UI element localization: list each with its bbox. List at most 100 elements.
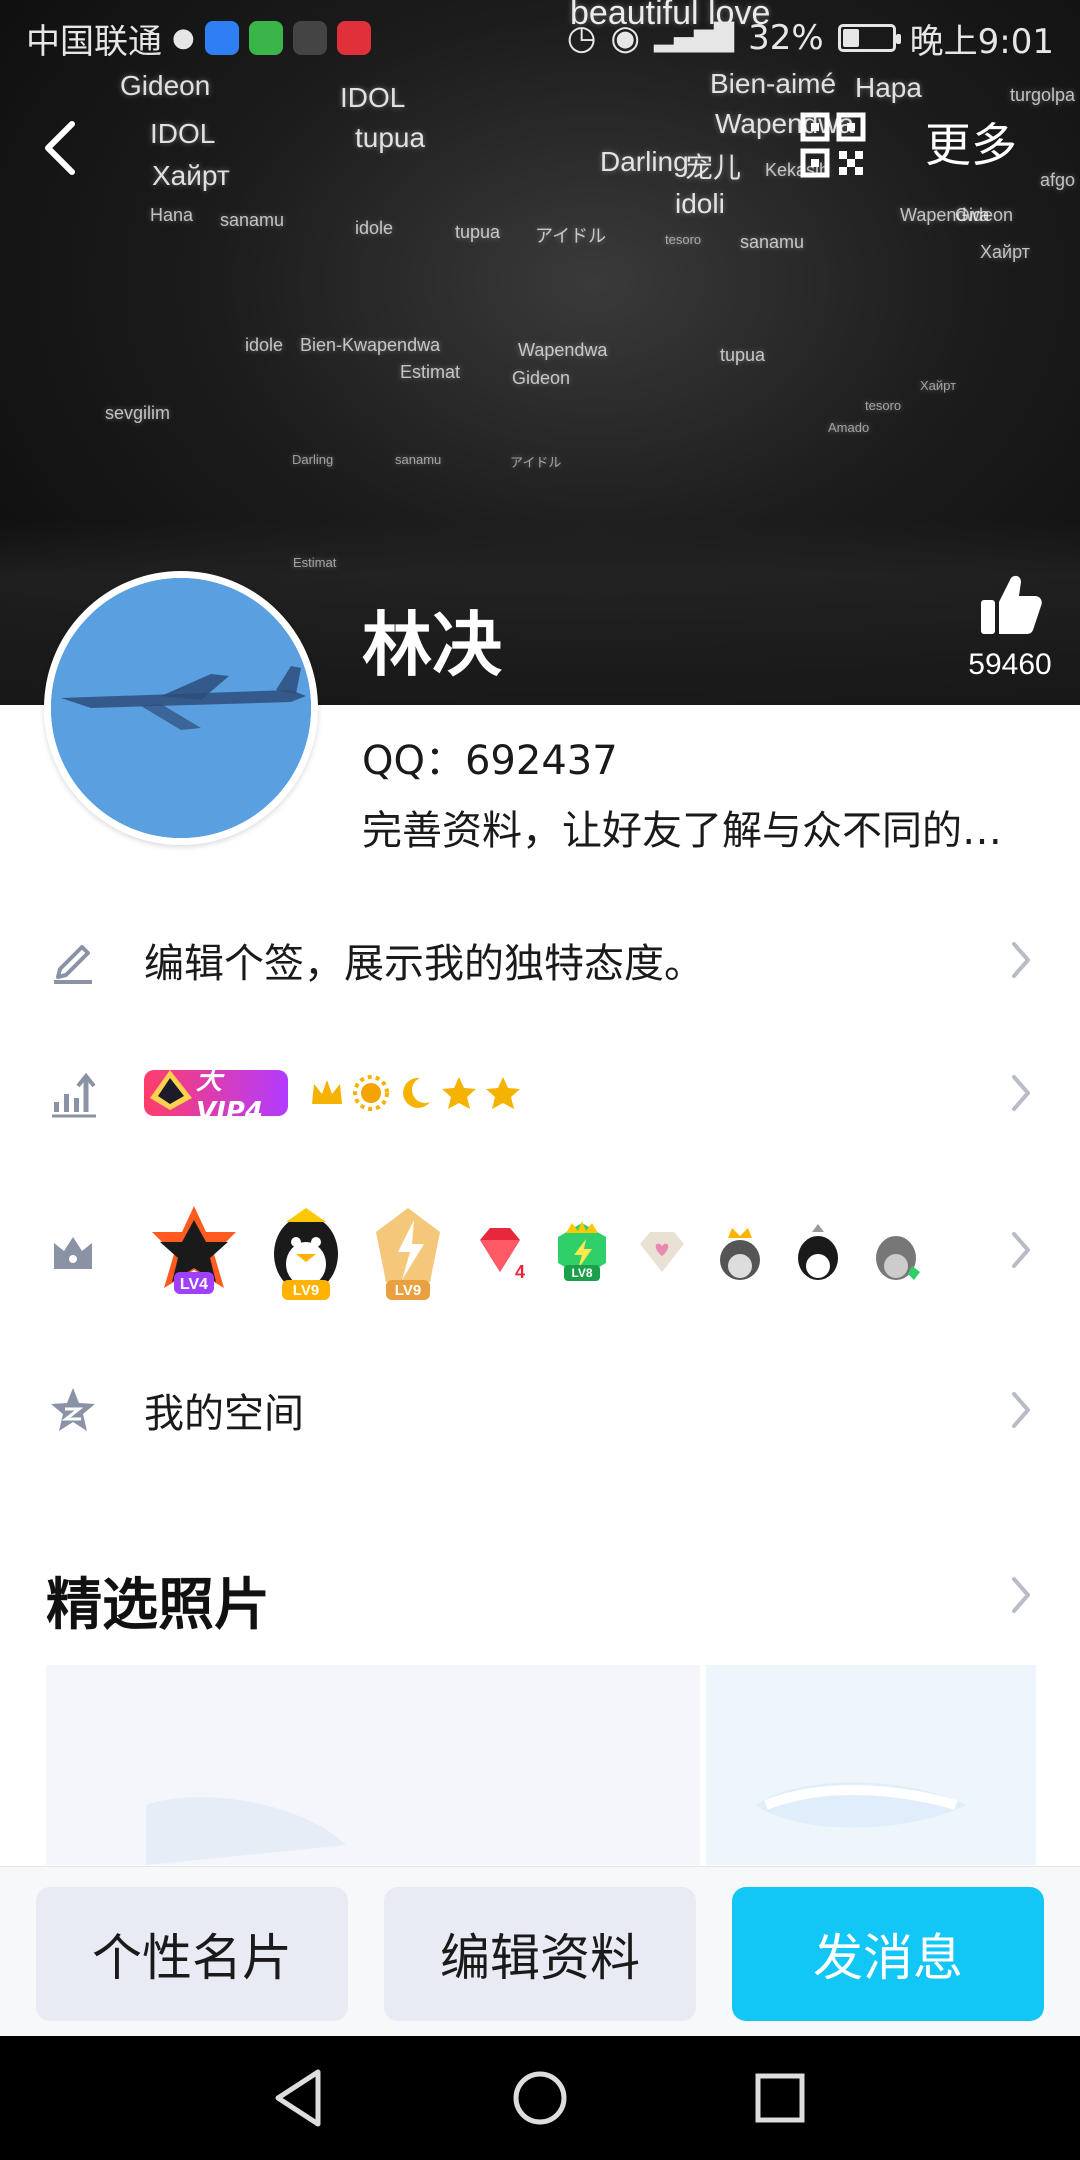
airplane-photo <box>51 578 311 838</box>
wechat-icon: ● <box>172 23 195 53</box>
cover-word: tupua <box>355 122 426 153</box>
cover-word: Хайрт <box>152 160 230 191</box>
cover-word: Bien-Kwapendwa <box>300 335 441 355</box>
alarm-icon: ◷ <box>566 18 597 58</box>
cover-word: afgo <box>1040 170 1076 190</box>
photo-airplane-silhouette <box>146 1797 346 1865</box>
featured-photos-title: 精选照片 <box>46 1573 270 1638</box>
badge-label: LV4 <box>180 1276 208 1293</box>
lv8-green-badge-icon: LV8 <box>552 1219 612 1289</box>
cover-word: sanamu <box>395 452 442 467</box>
cover-word: sanamu <box>740 232 805 252</box>
cover-word: IDOL <box>340 82 406 113</box>
signal-icon: ▂▄▆█ <box>654 23 735 53</box>
crown-penguin-icon <box>712 1222 768 1286</box>
lv9-penguin-badge-icon: LV9 <box>266 1202 346 1306</box>
avatar[interactable] <box>44 571 318 845</box>
lv9-gold-badge-icon: LV9 <box>368 1202 448 1306</box>
signature-row[interactable]: 编辑个签，展示我的独特态度。 <box>0 920 1080 1000</box>
sun-level-icon <box>352 1074 390 1112</box>
cover-word: Хайрт <box>920 378 957 393</box>
red-diamond-badge-icon: 4 <box>470 1222 530 1286</box>
badge-label: LV9 <box>395 1282 421 1299</box>
cover-word: Gideon <box>512 368 571 388</box>
vip-row[interactable]: 大VIP4 <box>0 1060 1080 1127</box>
cover-word: 宠儿 <box>685 152 742 183</box>
chevron-right-icon <box>1012 942 1030 978</box>
growth-chart-icon <box>52 1072 96 1118</box>
photos-chevron-right-icon[interactable] <box>1006 1575 1036 1615</box>
cover-word: アイドル <box>535 226 607 246</box>
cover-word: IDOL <box>150 118 216 149</box>
qzone-star-icon <box>51 1388 95 1431</box>
vip-crown-icon <box>150 1070 192 1110</box>
huawei-store-icon <box>336 21 371 55</box>
badge-label: 4 <box>515 1262 525 1282</box>
chevron-right-icon <box>1012 1392 1030 1428</box>
penguin-icon <box>790 1222 846 1286</box>
nav-home-icon[interactable] <box>500 2058 580 2138</box>
send-message-button[interactable]: 发消息 <box>732 1887 1044 2021</box>
qr-code-button[interactable] <box>800 112 866 178</box>
system-nav-bar <box>0 2036 1080 2160</box>
nickname: 林决 <box>362 604 502 686</box>
badge-label: LV8 <box>571 1266 592 1280</box>
cover-word: Хайрт <box>980 242 1030 262</box>
qr-code-icon <box>800 112 866 178</box>
profile-completion-prompt[interactable]: 完善资料，让好友了解与众不同的… <box>362 798 1042 856</box>
cover-word: idoli <box>675 188 725 219</box>
featured-photo[interactable] <box>46 1665 700 1865</box>
cover-word: tupua <box>720 345 766 365</box>
cover-word: turgolpa <box>1010 85 1076 105</box>
edit-profile-button[interactable]: 编辑资料 <box>384 1887 696 2021</box>
cover-word: sevgilim <box>105 403 171 423</box>
eye-comfort-icon: ◉ <box>610 18 641 58</box>
badges-row[interactable]: LV4 LV9 LV9 4 LV8 <box>0 1190 1080 1310</box>
qzone-label: 我的空间 <box>144 1391 304 1437</box>
badge-label: LV9 <box>293 1282 319 1299</box>
cover-word: tupua <box>455 222 501 242</box>
like-count: 59460 <box>968 648 1052 681</box>
cover-word: tesoro <box>665 232 702 247</box>
nav-recents-icon[interactable] <box>740 2058 820 2138</box>
battery-fill <box>842 29 860 47</box>
chevron-right-icon <box>1012 1232 1030 1268</box>
photo-airplane-silhouette <box>756 1782 966 1828</box>
qzone-row[interactable]: 我的空间 <box>0 1370 1080 1450</box>
cover-word: Estimat <box>293 555 337 570</box>
cover-word: Darling <box>292 452 334 467</box>
vip-label: 大VIP4 <box>196 1065 263 1127</box>
more-button[interactable]: 更多 <box>925 112 1017 178</box>
featured-photo[interactable] <box>706 1665 1036 1865</box>
back-arrow-icon <box>45 121 75 175</box>
app-store-icon <box>248 21 283 55</box>
profile-card-button[interactable]: 个性名片 <box>36 1887 348 2021</box>
lv4-badge-icon: LV4 <box>144 1202 244 1306</box>
chevron-right-icon <box>1012 1075 1030 1111</box>
crown-box-icon <box>54 1237 92 1269</box>
vip-badge: 大VIP4 <box>144 1066 288 1127</box>
penguin-crown-icon <box>868 1222 924 1286</box>
crown-level-icon <box>308 1074 346 1112</box>
like-button[interactable]: 59460 <box>955 570 1065 690</box>
back-button[interactable] <box>24 112 96 184</box>
thumbs-up-icon <box>981 575 1042 634</box>
signature-text: 编辑个签，展示我的独特态度。 <box>144 941 704 987</box>
cover-word: Wapendwa <box>518 340 608 360</box>
battery-icon <box>837 24 901 52</box>
carrier-label: 中国联通 <box>26 21 162 62</box>
cover-word: tesoro <box>865 398 902 413</box>
status-bar: 中国联通 ● ◷ ◉ ▂▄▆█ 32% 晚上9:01 <box>0 0 1080 76</box>
battery-percent: 32% <box>748 18 824 58</box>
nav-back-icon[interactable] <box>260 2058 340 2138</box>
profile-page: beautiful love Gideon IDOL IDOL Хайрт tu… <box>0 0 1080 2160</box>
weibo-icon <box>292 21 327 55</box>
moon-level-icon <box>396 1074 434 1112</box>
star-level-icon <box>484 1074 522 1112</box>
action-bar: 个性名片 编辑资料 发消息 <box>0 1866 1080 2036</box>
cover-word: Darling <box>600 146 689 177</box>
cover-word: Hapa <box>855 72 922 103</box>
cover-word: Estimat <box>400 362 461 382</box>
cover-word: idole <box>245 335 284 355</box>
cover-word: Amado <box>828 420 870 435</box>
